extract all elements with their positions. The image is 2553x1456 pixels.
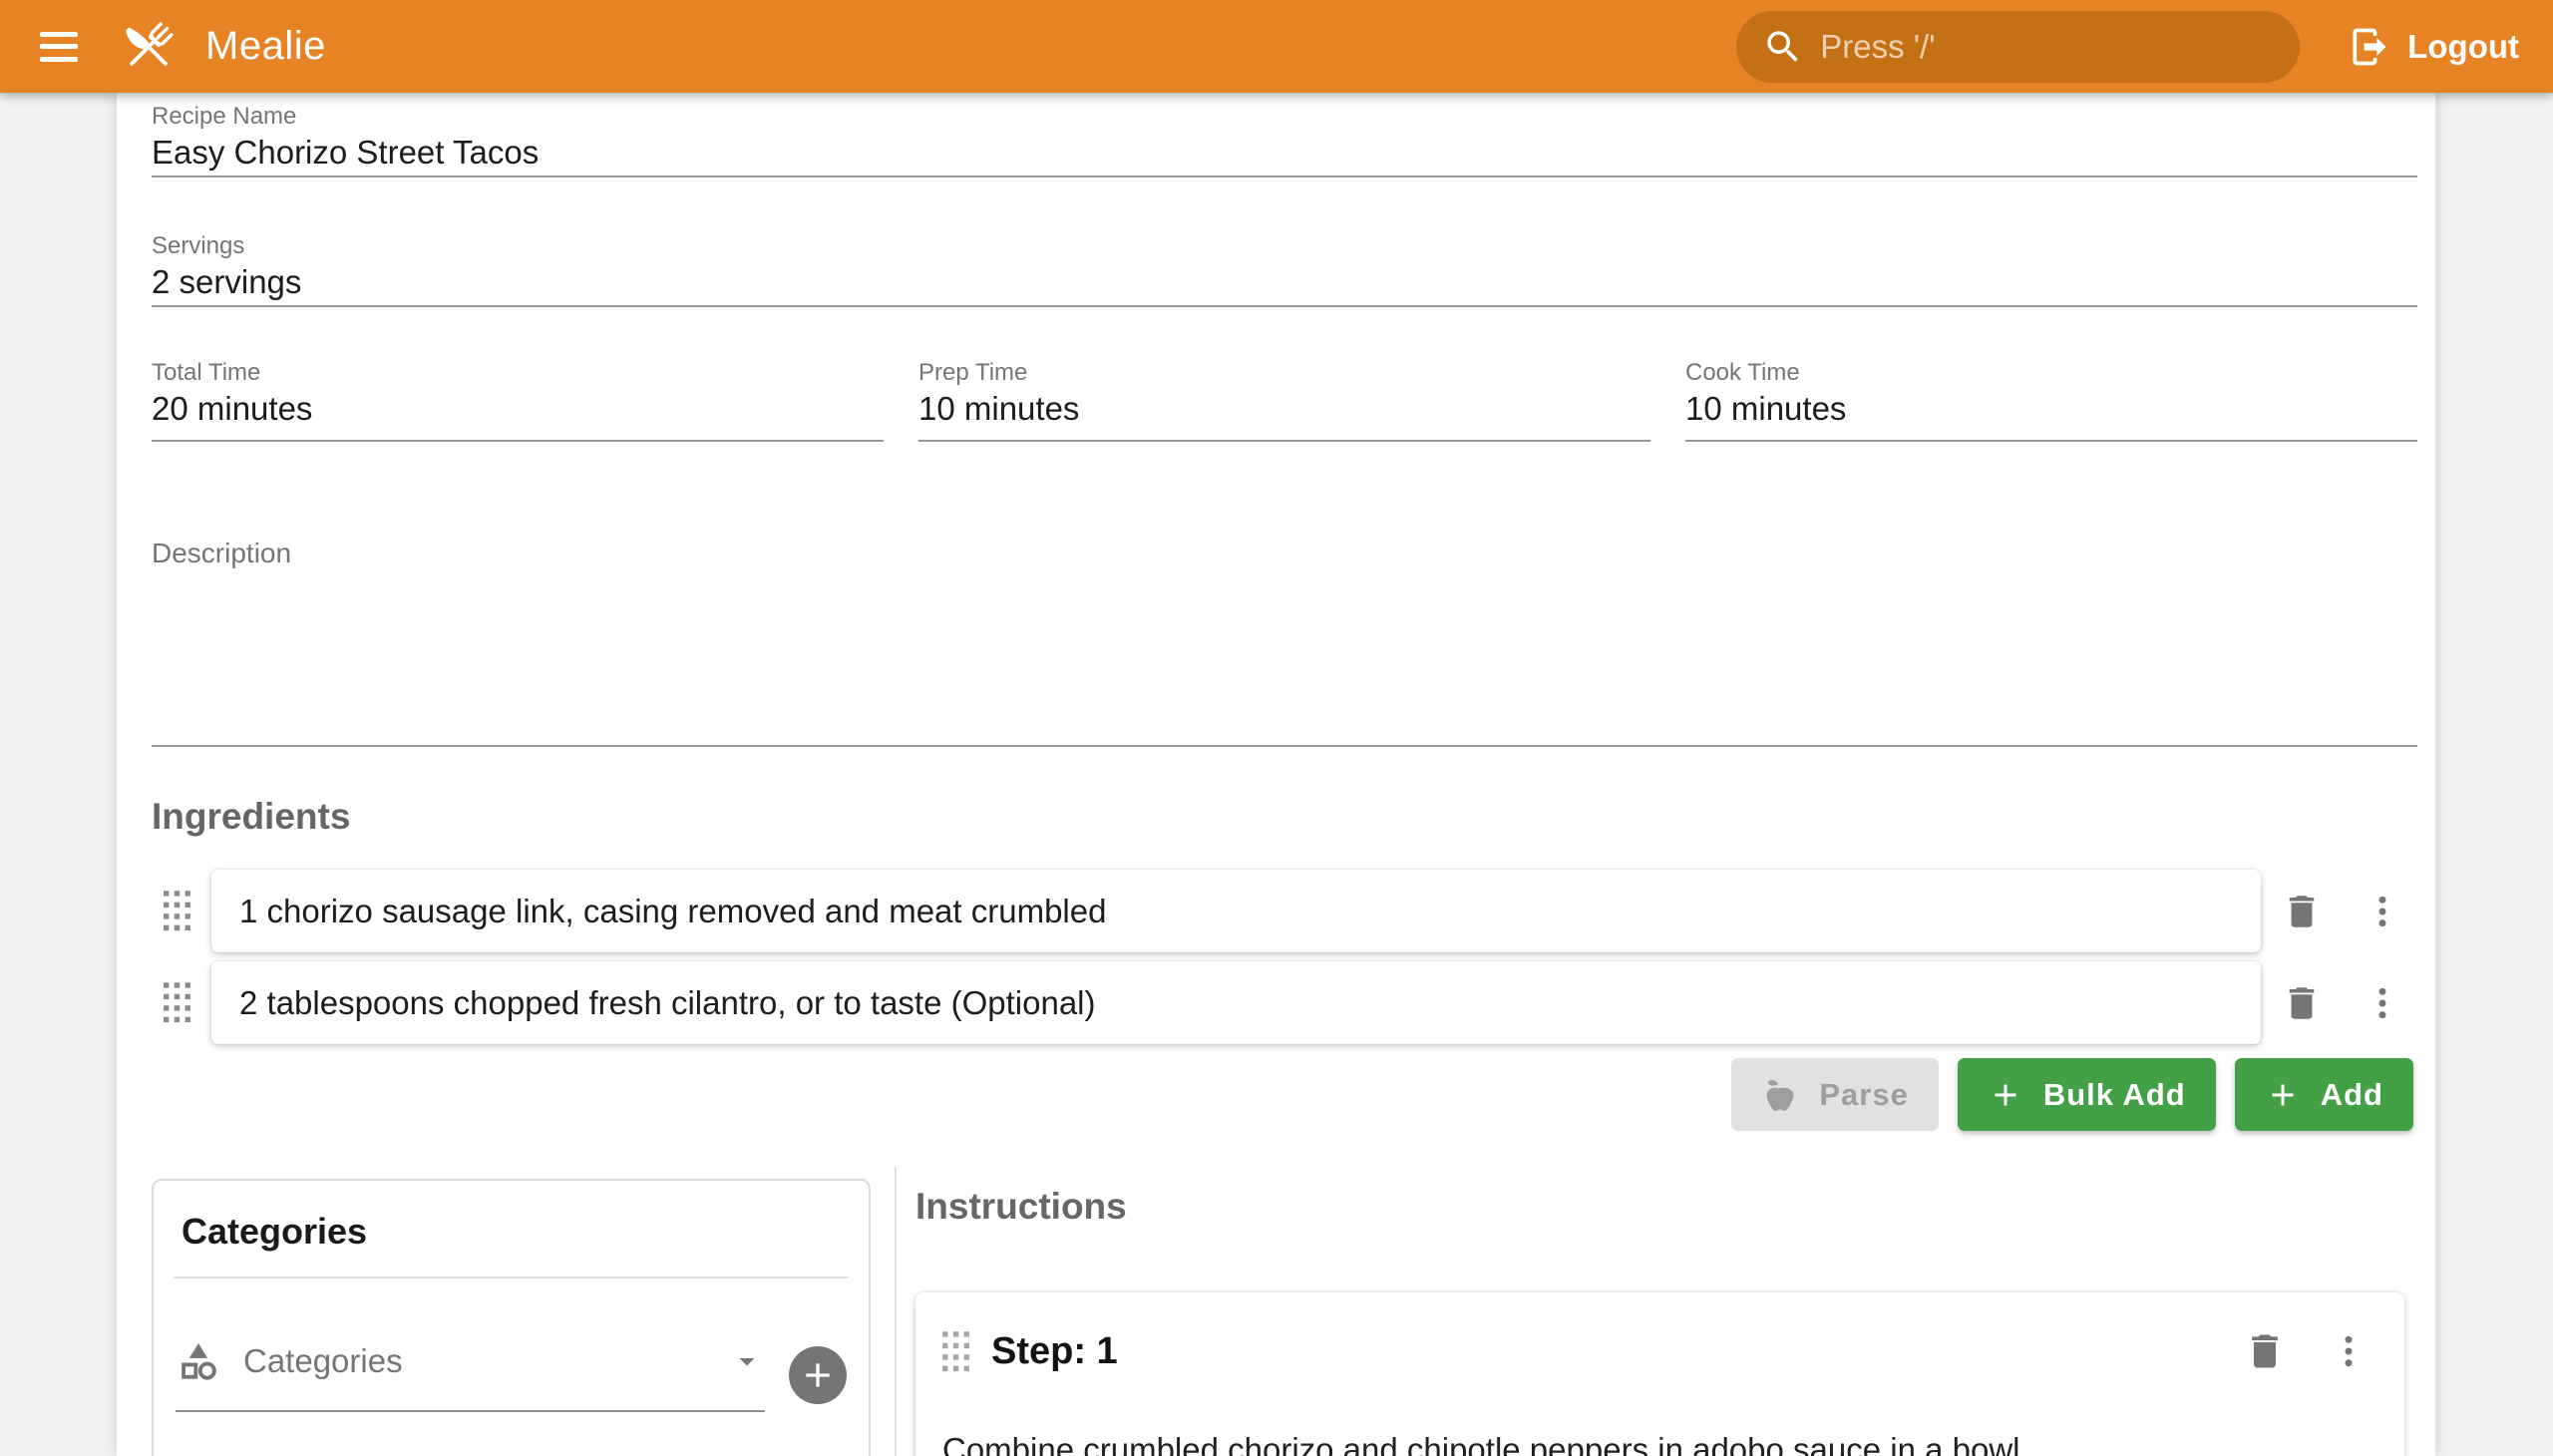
add-label: Add: [2321, 1077, 2383, 1113]
description-label: Description: [152, 537, 2417, 570]
drag-handle-icon[interactable]: [942, 1331, 969, 1372]
dots-vertical-icon: [2363, 888, 2402, 935]
app-bar: Mealie Press '/' Logout: [0, 0, 2553, 93]
categories-card-title: Categories: [154, 1181, 869, 1276]
shapes-icon: [176, 1338, 221, 1384]
apple-icon: [1761, 1076, 1799, 1114]
ingredients-section-title: Ingredients: [152, 795, 2417, 839]
ingredient-row: 1 chorizo sausage link, casing removed a…: [152, 869, 2417, 953]
ingredient-text: 2 tablespoons chopped fresh cilantro, or…: [239, 984, 1096, 1022]
servings-field[interactable]: Servings 2 servings: [152, 232, 2417, 307]
plus-icon: [798, 1355, 838, 1395]
ingredient-actions-row: Parse Bulk Add Add: [152, 1058, 2417, 1131]
description-value[interactable]: [152, 570, 2417, 745]
search-input[interactable]: Press '/': [1736, 11, 2300, 83]
ingredient-menu-button[interactable]: [2357, 973, 2408, 1033]
delete-step-button[interactable]: [2237, 1323, 2293, 1379]
mealie-logo-icon: [118, 16, 180, 78]
trash-icon: [2243, 1329, 2287, 1373]
plus-icon: [2265, 1077, 2301, 1113]
bulk-add-label: Bulk Add: [2043, 1077, 2186, 1113]
prep-time-field[interactable]: Prep Time 10 minutes: [918, 359, 1650, 442]
ingredient-menu-button[interactable]: [2357, 882, 2408, 941]
step-title: Step: 1: [991, 1330, 1118, 1373]
plus-icon: [1988, 1077, 2023, 1113]
recipe-name-label: Recipe Name: [152, 103, 2417, 131]
servings-value[interactable]: 2 servings: [152, 260, 2417, 305]
bottom-columns: Categories Categories: [152, 1167, 2417, 1456]
add-button[interactable]: Add: [2235, 1058, 2413, 1131]
categories-select-row: Categories: [176, 1338, 847, 1412]
chevron-down-icon: [729, 1343, 765, 1379]
delete-ingredient-button[interactable]: [2275, 885, 2329, 938]
ingredient-input[interactable]: 2 tablespoons chopped fresh cilantro, or…: [211, 961, 2261, 1044]
prep-time-label: Prep Time: [918, 359, 1650, 387]
ingredient-input[interactable]: 1 chorizo sausage link, casing removed a…: [211, 870, 2261, 952]
categories-card: Categories Categories: [152, 1179, 871, 1456]
vertical-divider: [895, 1167, 897, 1456]
recipe-name-field[interactable]: Recipe Name Easy Chorizo Street Tacos: [152, 103, 2417, 178]
logout-button[interactable]: Logout: [2330, 10, 2537, 83]
step-text-input[interactable]: Combine crumbled chorizo and chipotle pe…: [942, 1430, 2374, 1456]
cook-time-field[interactable]: Cook Time 10 minutes: [1685, 359, 2417, 442]
step-header: Step: 1: [942, 1328, 2374, 1374]
cook-time-value[interactable]: 10 minutes: [1685, 387, 2417, 432]
time-fields-row: Total Time 20 minutes Prep Time 10 minut…: [152, 359, 2417, 442]
ingredient-list: 1 chorizo sausage link, casing removed a…: [152, 869, 2417, 1045]
prep-time-value[interactable]: 10 minutes: [918, 387, 1650, 432]
bulk-add-button[interactable]: Bulk Add: [1958, 1058, 2216, 1131]
servings-label: Servings: [152, 232, 2417, 260]
search-icon: [1762, 26, 1804, 68]
drag-handle-icon[interactable]: [164, 891, 190, 931]
ingredient-text: 1 chorizo sausage link, casing removed a…: [239, 893, 1106, 930]
categories-select[interactable]: Categories: [176, 1338, 765, 1412]
trash-icon: [2281, 982, 2323, 1024]
delete-ingredient-button[interactable]: [2275, 976, 2329, 1030]
instruction-step-card: Step: 1 Combine crumbled chorizo and chi…: [915, 1292, 2404, 1456]
dots-vertical-icon: [2363, 979, 2402, 1027]
divider: [174, 1276, 849, 1278]
total-time-label: Total Time: [152, 359, 884, 387]
add-category-button[interactable]: [789, 1346, 847, 1404]
total-time-value[interactable]: 20 minutes: [152, 387, 884, 432]
app-title: Mealie: [205, 24, 326, 69]
recipe-editor-sheet: Recipe Name Easy Chorizo Street Tacos Se…: [117, 93, 2435, 1456]
organizer-column: Categories Categories: [152, 1167, 886, 1456]
logout-icon: [2348, 25, 2391, 69]
menu-icon[interactable]: [40, 32, 78, 62]
recipe-name-value[interactable]: Easy Chorizo Street Tacos: [152, 131, 2417, 176]
logout-label: Logout: [2407, 28, 2519, 66]
total-time-field[interactable]: Total Time 20 minutes: [152, 359, 884, 442]
trash-icon: [2281, 891, 2323, 932]
step-menu-button[interactable]: [2323, 1321, 2374, 1381]
ingredient-row: 2 tablespoons chopped fresh cilantro, or…: [152, 960, 2417, 1045]
categories-select-label: Categories: [243, 1342, 729, 1380]
drag-handle-icon[interactable]: [164, 982, 190, 1023]
parse-button[interactable]: Parse: [1731, 1058, 1938, 1131]
instructions-section-title: Instructions: [915, 1185, 2417, 1229]
description-field[interactable]: Description: [152, 537, 2417, 747]
parse-label: Parse: [1819, 1077, 1908, 1113]
cook-time-label: Cook Time: [1685, 359, 2417, 387]
dots-vertical-icon: [2329, 1327, 2369, 1375]
search-placeholder: Press '/': [1820, 28, 1935, 66]
instructions-column: Instructions Step: 1: [915, 1167, 2417, 1456]
